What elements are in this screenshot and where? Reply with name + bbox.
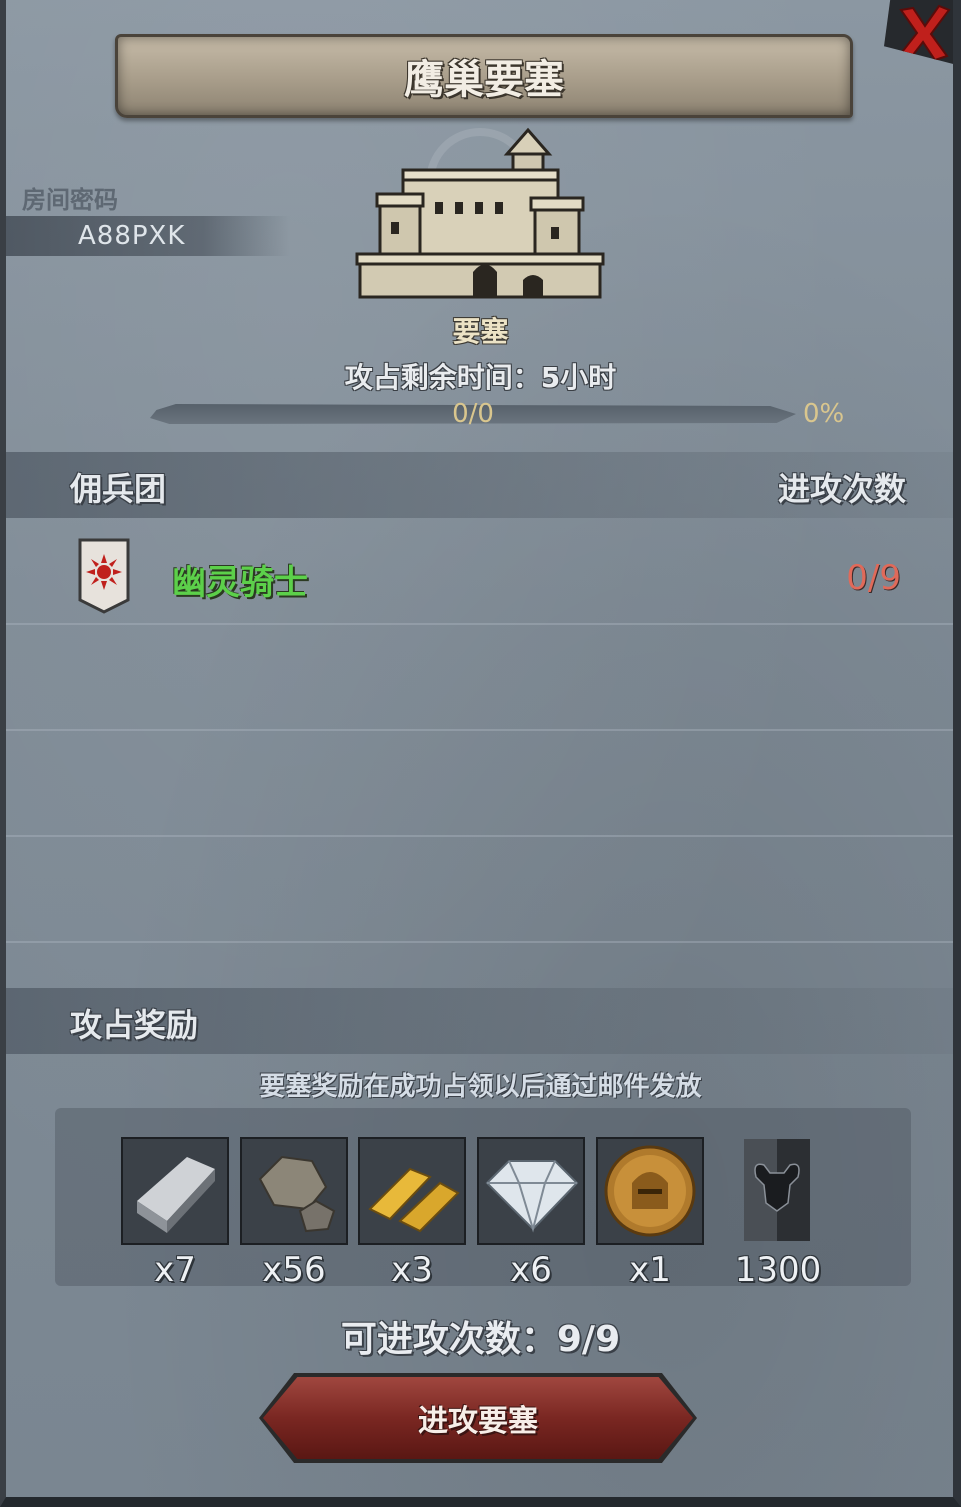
bull-banner-icon (744, 1139, 810, 1241)
castle-icon (355, 127, 605, 299)
reward-item-stone[interactable] (240, 1137, 348, 1245)
room-code-value: A88PXK (78, 221, 186, 251)
close-button[interactable] (884, 0, 961, 66)
reward-qty: x6 (510, 1250, 552, 1290)
knight-coin-icon (598, 1139, 702, 1243)
attack-count-header: 进攻次数 (777, 470, 906, 508)
empty-row (0, 838, 961, 943)
gold-bars-icon (360, 1139, 464, 1243)
reward-item-coin[interactable] (596, 1137, 704, 1245)
mercenary-name: 幽灵骑士 (172, 563, 308, 603)
time-remaining: 攻占剩余时间：5小时 (344, 361, 617, 394)
reward-qty: 1300 (734, 1250, 822, 1290)
reward-qty: x3 (391, 1250, 433, 1290)
reward-item-gold[interactable] (358, 1137, 466, 1245)
reward-qty: x56 (262, 1250, 326, 1290)
red-sun-banner-icon (78, 538, 130, 614)
empty-row (0, 626, 961, 731)
reward-qty: x7 (154, 1250, 196, 1290)
mercenaries-header: 佣兵团 (70, 470, 167, 508)
rewards-note: 要塞奖励在成功占领以后通过邮件发放 (259, 1072, 702, 1102)
diamond-icon (479, 1139, 583, 1243)
page-title: 鹰巢要塞 (404, 57, 564, 103)
stone-icon (242, 1139, 346, 1243)
close-x-icon (896, 4, 951, 62)
attack-fortress-button[interactable]: 进攻要塞 (263, 1377, 693, 1459)
progress-percent: 0% (803, 399, 845, 429)
progress-text: 0/0 (452, 399, 494, 429)
reward-qty: x1 (629, 1250, 671, 1290)
reward-item-iron[interactable] (121, 1137, 229, 1245)
reward-item-diamond[interactable] (477, 1137, 585, 1245)
title-banner: 鹰巢要塞 (115, 34, 853, 118)
fortress-panel: 鹰巢要塞 房间密码 A88PXK 要塞 攻占剩余时间：5小时 0/0 0% 佣兵… (0, 0, 961, 1507)
attacks-remaining: 可进攻次数：9/9 (340, 1319, 621, 1360)
mercenary-row[interactable] (0, 520, 961, 625)
mercenary-attack-count: 0/9 (846, 558, 901, 598)
room-code-label: 房间密码 (22, 186, 118, 214)
iron-ingot-icon (123, 1139, 227, 1243)
empty-row (0, 732, 961, 837)
fortress-name: 要塞 (452, 315, 509, 348)
reward-item-banner[interactable] (742, 1137, 812, 1245)
attack-button-label: 进攻要塞 (418, 1404, 538, 1439)
rewards-header: 攻占奖励 (70, 1006, 199, 1044)
